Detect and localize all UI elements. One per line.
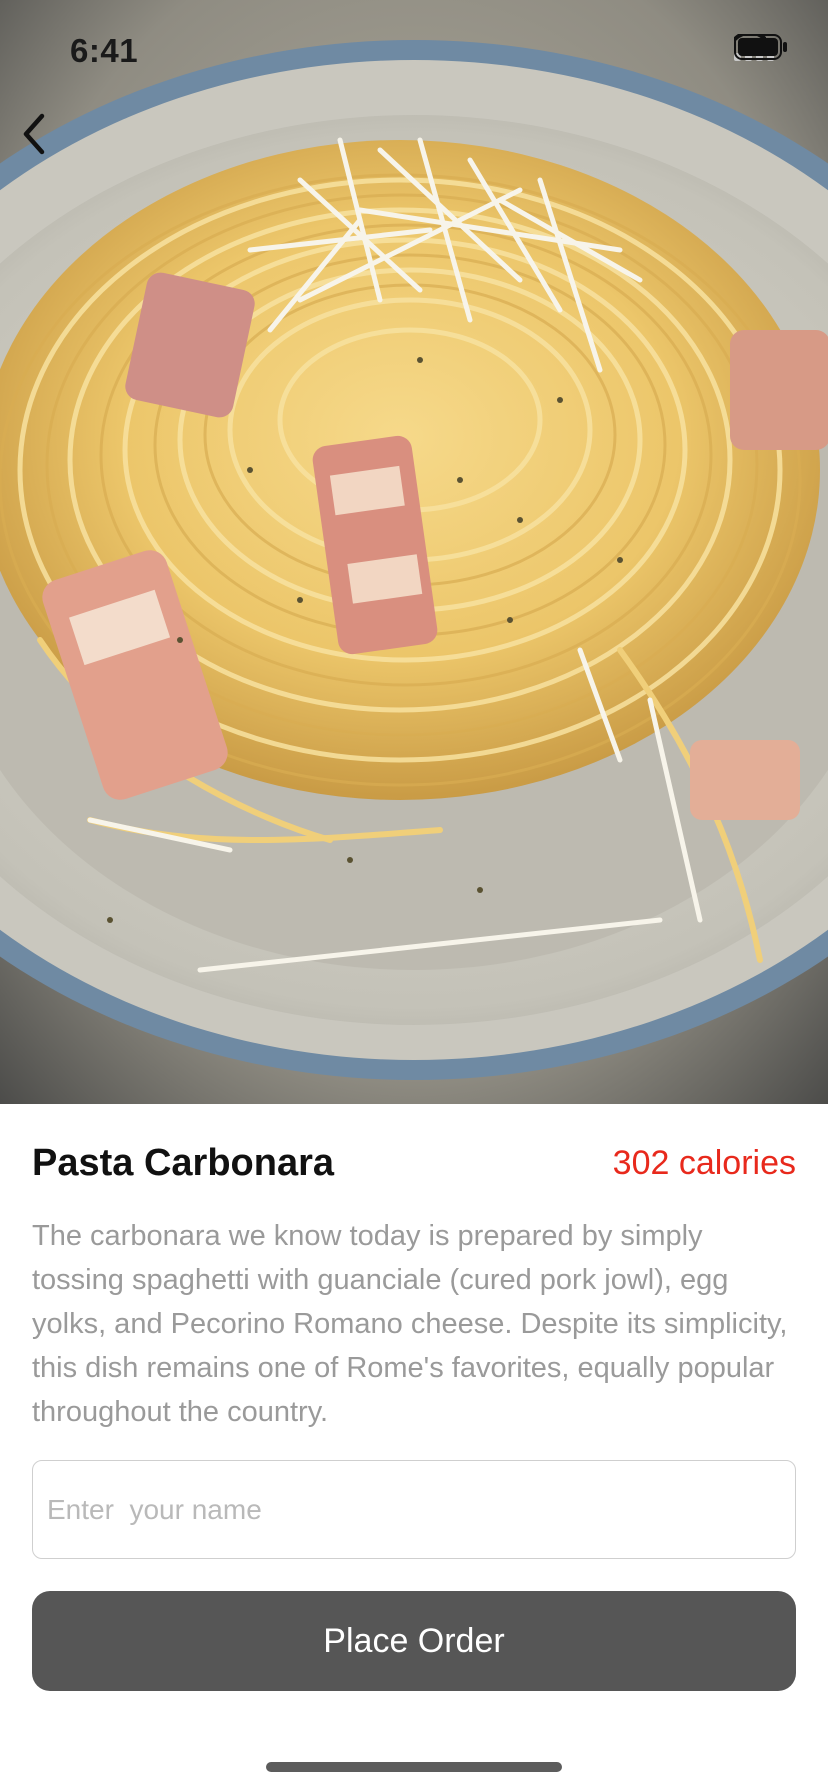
dish-details: Pasta Carbonara 302 calories The carbona…	[0, 1104, 828, 1792]
pasta-image	[0, 0, 828, 1104]
dish-title: Pasta Carbonara	[32, 1141, 335, 1184]
title-row: Pasta Carbonara 302 calories	[32, 1138, 796, 1188]
calories-label: 302 calories	[612, 1143, 796, 1182]
dish-description: The carbonara we know today is prepared …	[32, 1220, 788, 1428]
status-bar: 6:41	[0, 0, 828, 100]
back-button[interactable]	[20, 112, 76, 168]
home-indicator	[266, 1762, 562, 1772]
status-icons	[734, 34, 798, 64]
status-time: 6:41	[70, 32, 139, 69]
chevron-left-icon	[23, 113, 45, 155]
dish-photo: 6:41	[0, 0, 828, 1104]
place-order-button[interactable]: Place Order	[32, 1591, 796, 1691]
name-input[interactable]	[32, 1460, 796, 1559]
